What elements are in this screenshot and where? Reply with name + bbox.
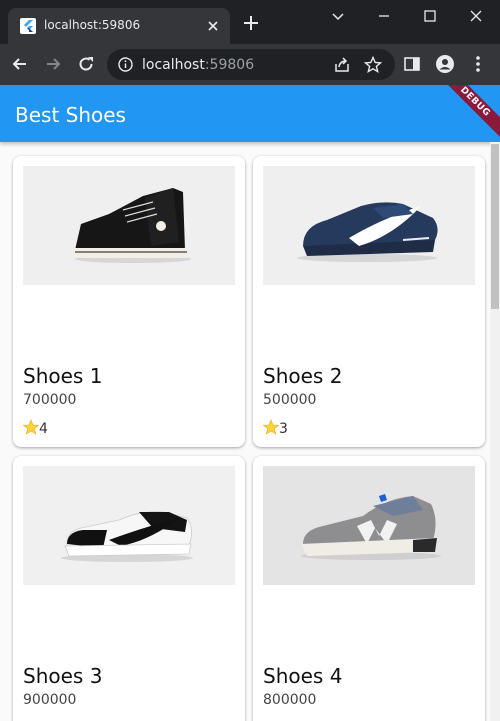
maximize-icon[interactable]	[420, 6, 440, 26]
url-host: localhost	[142, 57, 205, 73]
address-bar[interactable]: localhost:59806	[107, 49, 395, 80]
product-image-black-high-top	[23, 166, 235, 285]
product-name: Shoes 4	[263, 664, 343, 688]
product-card[interactable]: Shoes 3 900000	[13, 456, 245, 721]
flutter-favicon-icon	[20, 18, 36, 34]
site-info-icon[interactable]	[117, 56, 134, 73]
debug-banner: DEBUG	[431, 85, 500, 142]
rating-value: 3	[279, 421, 288, 437]
browser-tab-strip: localhost:59806	[0, 0, 500, 44]
product-price: 700000	[23, 392, 77, 408]
scrollbar[interactable]	[490, 142, 500, 721]
product-grid[interactable]: Shoes 1 700000 4 Shoes 2 500000 3 Shoes …	[0, 142, 500, 721]
url-text: localhost:59806	[142, 57, 254, 73]
bookmark-star-icon[interactable]	[363, 55, 383, 75]
side-panel-icon[interactable]	[402, 54, 422, 74]
star-icon	[23, 419, 39, 435]
forward-arrow-icon[interactable]	[43, 54, 63, 74]
new-tab-icon[interactable]	[242, 14, 260, 32]
product-image-grey-suede-runner	[263, 466, 475, 585]
reload-icon[interactable]	[76, 54, 96, 74]
more-menu-icon[interactable]	[468, 54, 488, 74]
product-card[interactable]: Shoes 2 500000 3	[253, 156, 485, 447]
tab-title: localhost:59806	[44, 18, 141, 32]
page-title: Best Shoes	[15, 103, 126, 127]
close-window-icon[interactable]	[466, 6, 486, 26]
product-card[interactable]: Shoes 4 800000	[253, 456, 485, 721]
product-rating: 3	[263, 419, 288, 437]
minimize-icon[interactable]	[374, 6, 394, 26]
url-port: :59806	[204, 57, 255, 73]
product-price: 500000	[263, 392, 317, 408]
product-image-black-white-low	[23, 466, 235, 585]
close-tab-icon[interactable]	[204, 17, 222, 35]
tab-search-chevron-icon[interactable]	[328, 6, 348, 26]
product-name: Shoes 2	[263, 364, 343, 388]
product-price: 800000	[263, 692, 317, 708]
browser-tab[interactable]: localhost:59806	[8, 8, 230, 44]
product-card[interactable]: Shoes 1 700000 4	[13, 156, 245, 447]
profile-avatar-icon[interactable]	[435, 54, 455, 74]
product-name: Shoes 1	[23, 364, 103, 388]
star-icon	[263, 419, 279, 435]
browser-toolbar: localhost:59806	[0, 44, 500, 85]
rating-value: 4	[39, 421, 48, 437]
share-icon[interactable]	[332, 55, 352, 75]
scrollbar-thumb[interactable]	[491, 144, 499, 309]
back-arrow-icon[interactable]	[10, 54, 30, 74]
product-image-navy-runner	[263, 166, 475, 285]
product-price: 900000	[23, 692, 77, 708]
product-name: Shoes 3	[23, 664, 103, 688]
app-bar: Best Shoes DEBUG	[0, 85, 500, 142]
product-rating: 4	[23, 419, 48, 437]
